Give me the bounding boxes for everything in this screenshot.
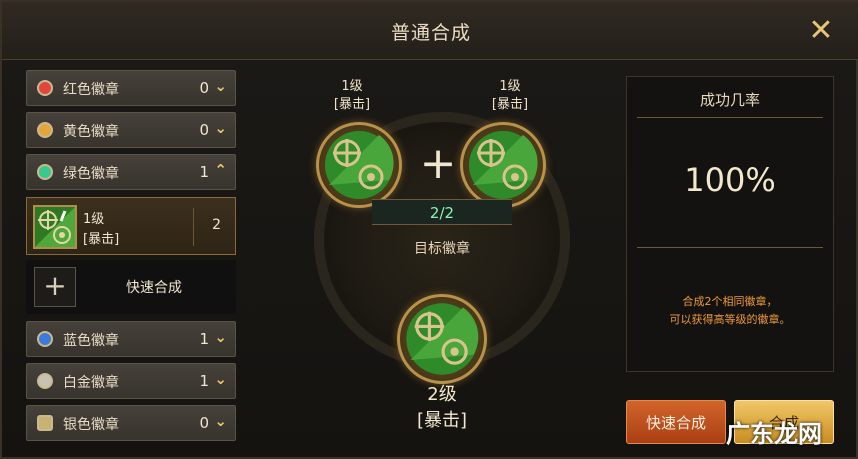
chevron-down-icon: ⌄ bbox=[214, 328, 227, 346]
yellow-gem-icon bbox=[37, 122, 53, 138]
left-slot-type: [暴击] bbox=[333, 97, 371, 112]
right-slot-badge[interactable] bbox=[460, 122, 546, 208]
crit-badge-icon bbox=[325, 131, 394, 199]
category-label: 蓝色徽章 bbox=[63, 333, 119, 349]
success-rate-title: 成功几率 bbox=[699, 91, 760, 109]
category-red[interactable]: 红色徽章 0 ⌄ bbox=[26, 70, 236, 106]
category-label: 绿色徽章 bbox=[63, 166, 119, 182]
silver-gem-icon bbox=[37, 415, 53, 431]
chevron-up-icon: ⌃ bbox=[214, 161, 227, 179]
category-label: 黄色徽章 bbox=[63, 124, 119, 140]
crit-badge-icon bbox=[406, 303, 479, 375]
category-silver[interactable]: 银色徽章 0 ⌄ bbox=[26, 405, 236, 441]
chevron-down-icon: ⌄ bbox=[214, 119, 227, 137]
merge-note-line2: 可以获得高等级的徽章。 bbox=[669, 313, 791, 326]
badge-level: 1级 bbox=[83, 212, 105, 227]
category-count: 1 bbox=[199, 163, 209, 181]
success-rate-panel: 成功几率 100% 合成2个相同徽章， 可以获得高等级的徽章。 bbox=[626, 76, 834, 372]
quick-merge-row: + 快速合成 bbox=[26, 260, 236, 314]
badge-item-crit-lv1[interactable]: 1级 [暴击] 2 bbox=[26, 197, 236, 255]
quick-merge-label[interactable]: 快速合成 bbox=[126, 277, 182, 297]
chevron-down-icon: ⌄ bbox=[214, 370, 227, 388]
quick-merge-button[interactable]: 快速合成 bbox=[626, 400, 726, 444]
left-slot-level: 1级 bbox=[341, 79, 363, 94]
category-count: 0 bbox=[199, 414, 209, 432]
window-title: 普通合成 bbox=[390, 22, 471, 44]
category-label: 红色徽章 bbox=[63, 82, 119, 98]
result-level: 2级 bbox=[427, 384, 457, 405]
result-type: [暴击] bbox=[416, 410, 468, 431]
material-progress: 2/2 bbox=[372, 199, 512, 225]
merge-area: 1级 [暴击] 1级 [暴击] + 2/2 目标徽章 2级 [暴击] bbox=[292, 62, 592, 452]
watermark-text: 广东龙网 bbox=[726, 420, 822, 448]
category-green[interactable]: 绿色徽章 1 ⌃ bbox=[26, 154, 236, 190]
badge-type: [暴击] bbox=[83, 232, 120, 247]
category-blue[interactable]: 蓝色徽章 1 ⌄ bbox=[26, 321, 236, 357]
target-badge-label: 目标徽章 bbox=[414, 241, 470, 257]
green-gem-icon bbox=[37, 164, 53, 180]
add-icon[interactable]: + bbox=[34, 267, 76, 307]
right-slot-type: [暴击] bbox=[491, 97, 529, 112]
merge-note-line1: 合成2个相同徽章， bbox=[682, 295, 778, 308]
crit-badge-icon bbox=[33, 205, 77, 249]
close-icon[interactable]: ✕ bbox=[806, 16, 836, 46]
title-bar: 普通合成 ✕ bbox=[2, 2, 858, 60]
result-badge[interactable] bbox=[397, 294, 487, 384]
right-slot-level: 1级 bbox=[499, 79, 521, 94]
category-label: 银色徽章 bbox=[63, 417, 119, 433]
divider bbox=[637, 117, 823, 118]
left-slot-badge[interactable] bbox=[316, 122, 402, 208]
divider bbox=[193, 208, 194, 246]
chevron-down-icon: ⌄ bbox=[214, 412, 227, 430]
divider bbox=[637, 247, 823, 248]
merge-panel: 普通合成 ✕ 红色徽章 0 ⌄ 黄色徽章 0 ⌄ 绿色徽章 1 ⌃ 1级 [暴击… bbox=[0, 0, 858, 459]
category-count: 0 bbox=[199, 121, 209, 139]
category-count: 1 bbox=[199, 330, 209, 348]
chevron-down-icon: ⌄ bbox=[214, 77, 227, 95]
plus-icon: + bbox=[419, 138, 457, 189]
platinum-gem-icon bbox=[37, 373, 53, 389]
category-label: 白金徽章 bbox=[63, 375, 119, 391]
red-gem-icon bbox=[37, 80, 53, 96]
success-rate-value: 100% bbox=[684, 161, 776, 199]
category-count: 0 bbox=[199, 79, 209, 97]
blue-gem-icon bbox=[37, 331, 53, 347]
category-yellow[interactable]: 黄色徽章 0 ⌄ bbox=[26, 112, 236, 148]
badge-quantity: 2 bbox=[212, 217, 221, 233]
category-platinum[interactable]: 白金徽章 1 ⌄ bbox=[26, 363, 236, 399]
crit-badge-icon bbox=[469, 131, 538, 199]
category-count: 1 bbox=[199, 372, 209, 390]
